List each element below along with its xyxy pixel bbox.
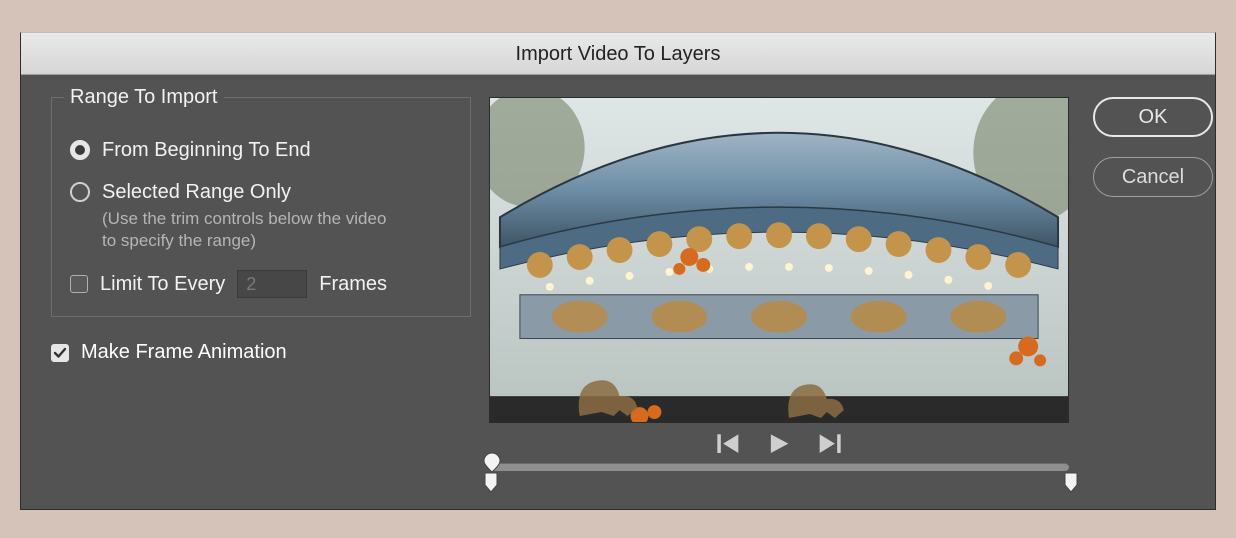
ok-button[interactable]: OK [1093, 97, 1213, 137]
limit-to-every-checkbox[interactable] [70, 275, 88, 293]
trim-start-handle[interactable] [483, 471, 499, 493]
trim-bar [489, 459, 1069, 493]
limit-to-every-label: Limit To Every [100, 273, 225, 296]
video-preview [489, 97, 1069, 423]
make-frame-animation-label: Make Frame Animation [81, 341, 287, 364]
limit-frames-unit: Frames [319, 273, 387, 296]
dialog-title: Import Video To Layers [21, 33, 1215, 75]
make-frame-animation-checkbox[interactable] [51, 344, 69, 362]
limit-frames-input[interactable] [237, 270, 307, 298]
transport-controls [489, 423, 1069, 459]
range-to-import-legend: Range To Import [64, 86, 224, 109]
playhead-handle[interactable] [481, 451, 503, 473]
selected-range-label: Selected Range Only [102, 180, 402, 204]
play-button[interactable] [765, 433, 793, 455]
prev-frame-button[interactable] [715, 433, 743, 455]
range-to-import-group: Range To Import From Beginning To End Se… [51, 97, 471, 317]
import-video-to-layers-dialog: Import Video To Layers Range To Import F… [20, 32, 1216, 510]
trim-end-handle[interactable] [1063, 471, 1079, 493]
from-beginning-label: From Beginning To End [102, 138, 311, 162]
selected-range-hint: (Use the trim controls below the video t… [102, 208, 402, 252]
cancel-button[interactable]: Cancel [1093, 157, 1213, 197]
from-beginning-radio[interactable] [70, 140, 90, 160]
selected-range-radio[interactable] [70, 182, 90, 202]
trim-track[interactable] [489, 463, 1069, 471]
next-frame-button[interactable] [815, 433, 843, 455]
